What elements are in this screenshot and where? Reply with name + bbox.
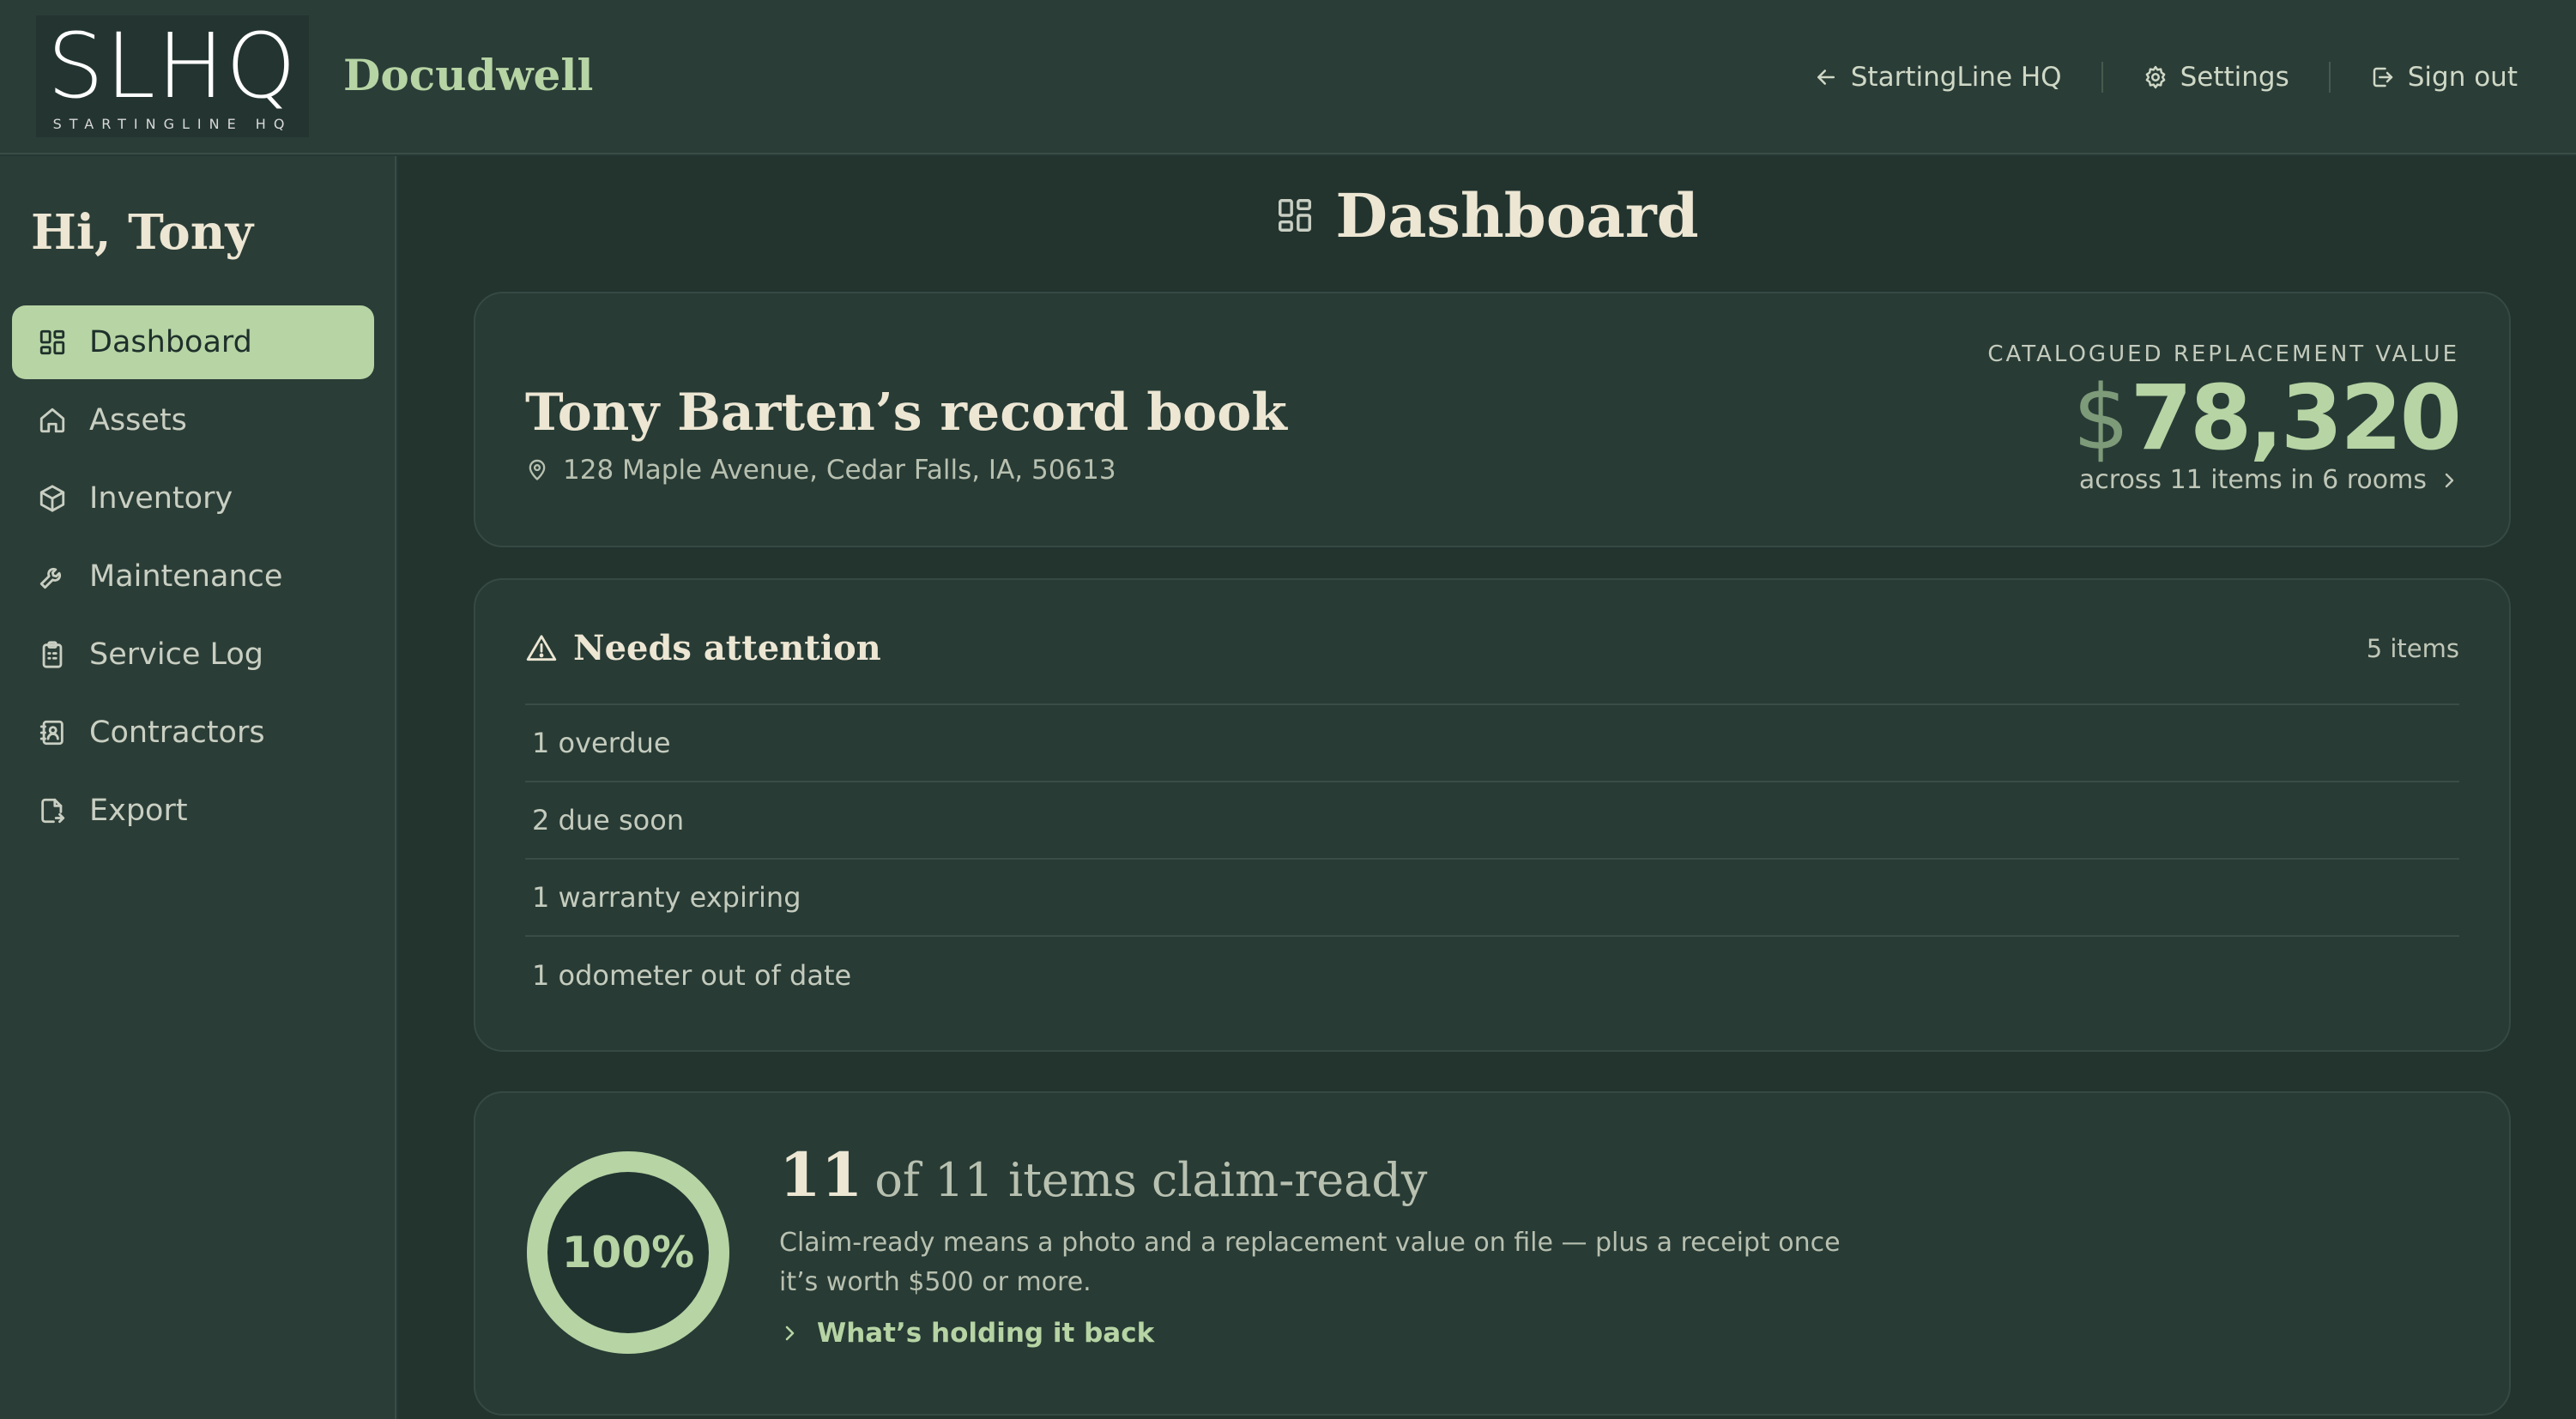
box-icon — [39, 485, 65, 512]
currency-symbol: $ — [2072, 365, 2130, 470]
contact-book-icon — [39, 720, 63, 746]
back-to-hq-link[interactable]: StartingLine HQ — [1813, 62, 2062, 93]
needs-attention-title-text: Needs attention — [573, 628, 881, 668]
sidebar-item-service-log[interactable]: Service Log — [12, 618, 374, 691]
needs-attention-header: Needs attention 5 items — [525, 628, 2459, 668]
sidebar-item-dashboard[interactable]: Dashboard — [12, 305, 374, 379]
whats-holding-it-back-toggle[interactable]: What’s holding it back — [779, 1318, 1154, 1349]
sidebar-item-assets[interactable]: Assets — [12, 383, 374, 457]
record-book-title: Tony Barten’s record book — [525, 383, 1287, 443]
settings-label: Settings — [2180, 62, 2289, 93]
greeting: Hi, Tony — [31, 204, 254, 261]
back-link-label: StartingLine HQ — [1850, 62, 2062, 93]
needs-attention-list: 1 overdue 2 due soon 1 warranty expiring… — [525, 703, 2459, 1014]
logo-subtitle: STARTINGLINE HQ — [52, 115, 293, 132]
sidebar-item-label: Assets — [89, 403, 187, 438]
sidebar-nav: Dashboard Assets Inventory Maintenance S… — [12, 305, 374, 852]
wrench-icon — [39, 567, 62, 589]
sidebar-item-contractors[interactable]: Contractors — [12, 696, 374, 770]
logo-mark: SLHQ — [46, 13, 299, 118]
page-title: Dashboard — [398, 168, 2576, 263]
attention-item-due-soon[interactable]: 2 due soon — [525, 782, 2459, 860]
items-rooms-summary: across 11 items in 6 rooms — [2078, 465, 2427, 495]
claim-ready-percent: 100% — [561, 1228, 695, 1277]
sign-out-label: Sign out — [2407, 62, 2518, 93]
sidebar-item-inventory[interactable]: Inventory — [12, 462, 374, 535]
property-address: 128 Maple Avenue, Cedar Falls, IA, 50613 — [525, 455, 1116, 486]
top-bar: SLHQ STARTINGLINE HQ Docudwell StartingL… — [0, 0, 2576, 154]
home-icon — [39, 408, 65, 433]
sign-out-link[interactable]: Sign out — [2370, 62, 2518, 93]
sidebar-item-label: Contractors — [89, 716, 265, 750]
needs-attention-card: Needs attention 5 items 1 overdue 2 due … — [474, 578, 2511, 1052]
sidebar-item-export[interactable]: Export — [12, 774, 374, 848]
brand-logo[interactable]: SLHQ STARTINGLINE HQ — [36, 15, 309, 137]
needs-attention-count: 5 items — [2366, 633, 2459, 663]
claim-ready-heading: 11 of 11 items claim-ready — [779, 1139, 1427, 1211]
address-text: 128 Maple Avenue, Cedar Falls, IA, 50613 — [563, 455, 1116, 486]
dashboard-icon — [1279, 199, 1312, 232]
attention-item-overdue[interactable]: 1 overdue — [525, 705, 2459, 782]
sidebar-item-maintenance[interactable]: Maintenance — [12, 540, 374, 613]
dashboard-icon — [39, 329, 65, 355]
replacement-value-amount: $78,320 — [1987, 371, 2463, 465]
chevron-right-icon — [785, 1325, 795, 1341]
needs-attention-title: Needs attention — [525, 628, 881, 668]
items-rooms-summary-link[interactable]: across 11 items in 6 rooms — [2079, 465, 2459, 495]
sign-out-icon — [2373, 67, 2392, 88]
sidebar-item-label: Maintenance — [89, 559, 283, 594]
sidebar-item-label: Service Log — [89, 637, 263, 672]
arrow-left-icon — [1817, 69, 1835, 85]
attention-item-warranty-expiring[interactable]: 1 warranty expiring — [525, 860, 2459, 937]
page-title-text: Dashboard — [1335, 179, 1699, 251]
sidebar-item-label: Dashboard — [89, 325, 252, 359]
record-book-card: Tony Barten’s record book 128 Maple Aven… — [474, 292, 2511, 547]
nav-divider — [2328, 62, 2331, 93]
claim-ready-card: 100% 11 of 11 items claim-ready Claim-rea… — [474, 1091, 2511, 1416]
sidebar: Hi, Tony Dashboard Assets Inventory Main… — [0, 156, 396, 1419]
app-name: Docudwell — [343, 50, 594, 100]
claim-ready-count: 11 — [779, 1139, 863, 1211]
warning-icon — [526, 634, 557, 661]
file-export-icon — [41, 798, 65, 824]
claim-ready-heading-text: of 11 items claim-ready — [874, 1153, 1428, 1207]
settings-link[interactable]: Settings — [2143, 62, 2289, 93]
chevron-right-icon — [2445, 473, 2454, 487]
map-pin-icon — [529, 459, 546, 480]
sidebar-item-label: Inventory — [89, 481, 233, 516]
sidebar-item-label: Export — [89, 794, 188, 828]
main-content: Dashboard Tony Barten’s record book 128 … — [398, 156, 2576, 1419]
attention-item-odometer[interactable]: 1 odometer out of date — [525, 937, 2459, 1014]
value-number: 78,320 — [2130, 365, 2462, 470]
nav-divider — [2101, 62, 2103, 93]
top-nav: StartingLine HQ Settings Sign out — [1813, 0, 2518, 154]
claim-ready-description: Claim-ready means a photo and a replacem… — [779, 1228, 1841, 1297]
clipboard-icon — [42, 641, 63, 668]
replacement-value: CATALOGUED REPLACEMENT VALUE $78,320 acr… — [1987, 341, 2463, 495]
replacement-value-label: CATALOGUED REPLACEMENT VALUE — [1987, 341, 2459, 367]
gear-icon — [2145, 65, 2165, 89]
whats-holding-it-back-label: What’s holding it back — [817, 1318, 1155, 1349]
